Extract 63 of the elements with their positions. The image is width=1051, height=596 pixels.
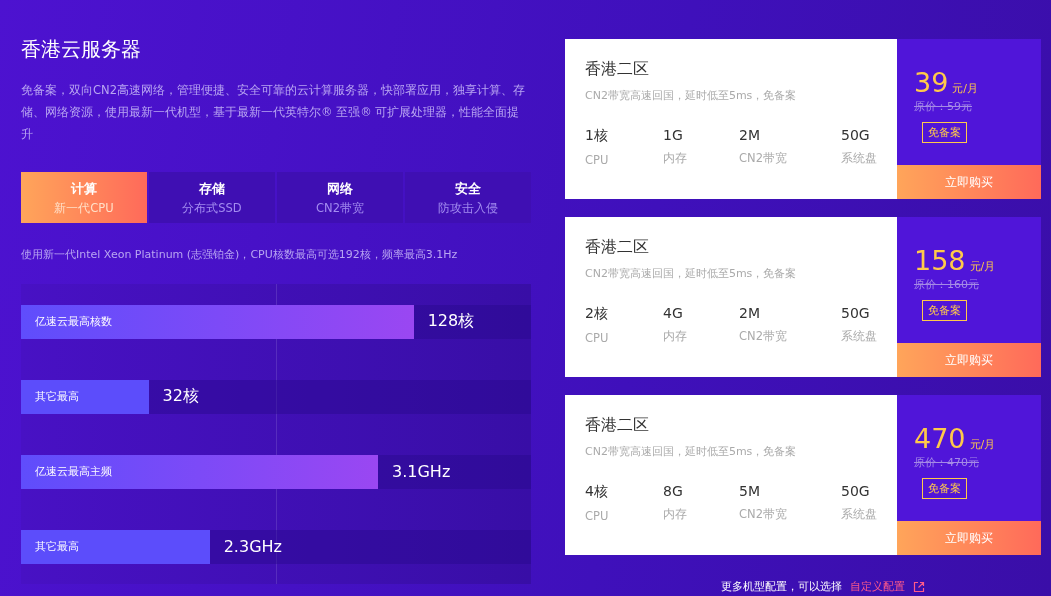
buy-button[interactable]: 立即购买 xyxy=(897,343,1041,377)
bar-value: 2.3GHz xyxy=(223,537,282,556)
spec-label: CPU xyxy=(585,153,610,167)
spec-value: 5M xyxy=(739,483,761,499)
feature-tab[interactable]: 计算 新一代CPU xyxy=(21,172,147,223)
spec-label: 内存 xyxy=(663,151,688,166)
price: 39 xyxy=(914,69,949,97)
spec-label: CPU xyxy=(585,331,610,345)
spec-value: 8G xyxy=(663,483,684,499)
spec-label: 系统盘 xyxy=(841,507,877,522)
spec-label: CN2带宽 xyxy=(739,151,788,166)
spec-label: CPU xyxy=(585,509,610,523)
tab-description: 使用新一代Intel Xeon Platinum (志强铂金)，CPU核数最高可选192核，频率最高3.1Hz xyxy=(21,247,459,262)
footer-text: 更多机型配置，可以选择 xyxy=(721,579,842,594)
bar-label: 亿速云最高主频 xyxy=(35,464,112,479)
price-unit: 元/月 xyxy=(952,81,979,96)
spec-value: 2M xyxy=(739,305,761,321)
plan-badge: 免备案 xyxy=(922,122,967,143)
spec-label: 系统盘 xyxy=(841,329,877,344)
plan-region: 香港二区 xyxy=(585,59,650,80)
spec-value: 50G xyxy=(841,305,871,321)
custom-config-link[interactable]: 自定义配置 xyxy=(850,579,925,594)
plan-tagline: CN2带宽高速回国，延时低至5ms，免备案 xyxy=(585,444,798,459)
plan-tagline: CN2带宽高速回国，延时低至5ms，免备案 xyxy=(585,266,798,281)
bar-value: 32核 xyxy=(162,386,199,407)
spec-value: 50G xyxy=(841,127,871,143)
original-price: 原价：470元 xyxy=(914,455,979,470)
spec-label: 系统盘 xyxy=(841,151,877,166)
spec-label: 内存 xyxy=(663,507,688,522)
spec-label: CN2带宽 xyxy=(739,507,788,522)
spec-label: CN2带宽 xyxy=(739,329,788,344)
spec-value: 4G xyxy=(663,305,684,321)
spec-value: 2M xyxy=(739,127,761,143)
plan-badge: 免备案 xyxy=(922,478,967,499)
spec-value: 1核 xyxy=(585,127,609,145)
buy-button[interactable]: 立即购买 xyxy=(897,165,1041,199)
external-link-icon xyxy=(913,580,925,593)
price-unit: 元/月 xyxy=(969,437,996,452)
price: 470 xyxy=(914,425,966,453)
price-unit: 元/月 xyxy=(969,259,996,274)
bar-value: 128核 xyxy=(427,311,475,332)
original-price: 原价：160元 xyxy=(914,277,979,292)
spec-value: 4核 xyxy=(585,483,609,501)
spec-value: 50G xyxy=(841,483,871,499)
plan-tagline: CN2带宽高速回国，延时低至5ms，免备案 xyxy=(585,88,798,103)
spec-value: 2核 xyxy=(585,305,609,323)
original-price: 原价：59元 xyxy=(914,99,972,114)
page-title: 香港云服务器 xyxy=(21,36,142,63)
description: 免备案，双向CN2高速网络，管理便捷、安全可靠的云计算服务器，快部署应用，独享计算、存储、网络资源，使用最新一代机型，基于最新一代英特尔® 至强® 可扩展处理器，性能全面提升 xyxy=(21,82,526,143)
bar-label: 亿速云最高核数 xyxy=(35,314,112,329)
plan-region: 香港二区 xyxy=(585,415,650,436)
bar-value: 3.1GHz xyxy=(392,462,451,481)
bar-label: 其它最高 xyxy=(35,389,79,404)
plan-region: 香港二区 xyxy=(585,237,650,258)
feature-tab[interactable]: 安全 防攻击入侵 xyxy=(405,172,531,223)
feature-tab[interactable]: 存储 分布式SSD xyxy=(149,172,275,223)
feature-tab[interactable]: 网络 CN2带宽 xyxy=(277,172,403,223)
price: 158 xyxy=(914,247,966,275)
plan-badge: 免备案 xyxy=(922,300,967,321)
bar-label: 其它最高 xyxy=(35,539,79,554)
spec-value: 1G xyxy=(663,127,684,143)
spec-label: 内存 xyxy=(663,329,688,344)
buy-button[interactable]: 立即购买 xyxy=(897,521,1041,555)
